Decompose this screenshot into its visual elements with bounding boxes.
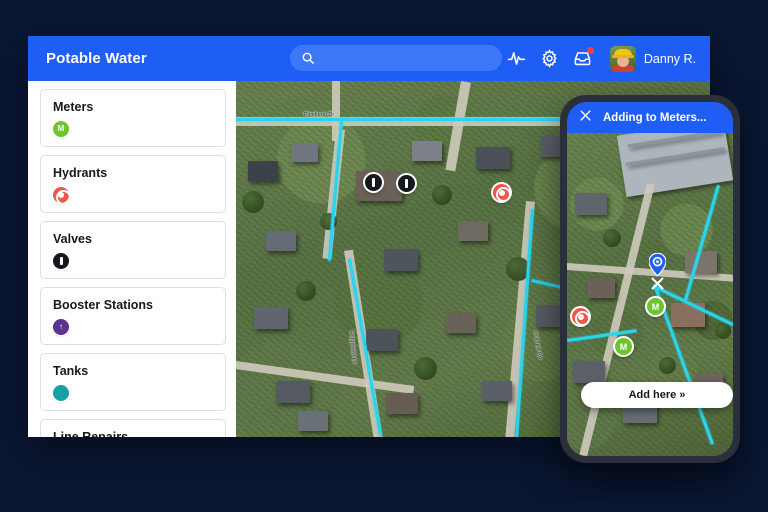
user-menu[interactable]: Danny R.: [610, 46, 696, 72]
sidebar-item-symbol-wrap: [53, 385, 213, 401]
tree: [296, 281, 316, 301]
crosshair-icon: [650, 276, 665, 291]
building: [276, 381, 310, 403]
inbox-icon[interactable]: [573, 49, 592, 68]
marker-glyph: M: [620, 342, 628, 352]
add-here-button[interactable]: Add here »: [581, 382, 733, 408]
sidebar-item-symbol-wrap: [53, 253, 213, 269]
street-label: Pinehurst Dr: [304, 112, 334, 118]
phone-overlay: Adding to Meters...: [560, 95, 740, 463]
app-header: Potable Water: [28, 36, 710, 81]
symbol-glyph: M: [53, 121, 69, 137]
building: [412, 141, 442, 161]
tank-symbol-icon: [53, 385, 69, 401]
sidebar-item-symbol-wrap: M: [53, 121, 213, 137]
layers-sidebar[interactable]: Meters M Hydrants Valves Booster Stations ↑ Ta…: [28, 81, 236, 437]
meter-marker[interactable]: M: [615, 338, 632, 355]
marker-glyph: M: [652, 302, 660, 312]
sidebar-item-label: Meters: [53, 100, 213, 114]
sidebar-item-symbol-wrap: [53, 187, 213, 203]
building: [386, 393, 418, 414]
search-bar[interactable]: [290, 45, 502, 71]
sidebar-item-hydrants[interactable]: Hydrants: [40, 155, 226, 213]
tree: [432, 185, 452, 205]
sidebar-item-label: Valves: [53, 232, 213, 246]
building: [291, 143, 318, 162]
meter-symbol-icon: M: [53, 121, 69, 137]
sidebar-item-tanks[interactable]: Tanks: [40, 353, 226, 411]
building: [366, 329, 398, 351]
hydrant-symbol-icon: [53, 187, 69, 203]
header-actions: Danny R.: [507, 36, 696, 81]
sidebar-item-symbol-wrap: ↑: [53, 319, 213, 335]
close-icon[interactable]: [579, 109, 592, 127]
building: [573, 361, 605, 383]
building: [298, 411, 328, 431]
symbol-glyph: ↑: [53, 319, 69, 335]
activity-icon[interactable]: [507, 49, 526, 68]
tree: [414, 357, 437, 380]
page-title: Potable Water: [46, 50, 147, 67]
sidebar-item-meters[interactable]: Meters M: [40, 89, 226, 147]
tree: [659, 357, 676, 374]
building: [254, 307, 288, 329]
phone-title: Adding to Meters...: [603, 112, 707, 124]
gear-icon[interactable]: [540, 49, 559, 68]
hydrant-marker[interactable]: [493, 184, 510, 201]
sidebar-item-label: Hydrants: [53, 166, 213, 180]
building: [458, 221, 488, 241]
building: [476, 147, 510, 169]
building: [587, 278, 615, 298]
building: [575, 193, 607, 215]
hydrant-marker[interactable]: [572, 308, 589, 325]
building: [446, 313, 476, 333]
sidebar-item-line-repairs[interactable]: Line Repairs✕: [40, 419, 226, 437]
sidebar-item-valves[interactable]: Valves: [40, 221, 226, 279]
tree: [715, 323, 731, 339]
tree: [320, 213, 337, 230]
search-input[interactable]: [322, 52, 482, 64]
phone-header: Adding to Meters...: [567, 102, 733, 133]
valve-marker[interactable]: [365, 174, 382, 191]
phone-map-canvas[interactable]: Add here » M M: [567, 133, 733, 456]
building: [266, 231, 296, 251]
building: [482, 381, 512, 401]
booster-station-symbol-icon: ↑: [53, 319, 69, 335]
sidebar-item-label: Tanks: [53, 364, 213, 378]
location-pin[interactable]: [649, 253, 666, 276]
tree: [603, 229, 621, 247]
user-name: Danny R.: [644, 52, 696, 66]
search-icon: [301, 51, 315, 65]
inbox-notification-badge: [587, 47, 594, 54]
sidebar-item-label: Booster Stations: [53, 298, 213, 312]
building: [685, 251, 717, 273]
building: [384, 249, 418, 271]
phone-screen: Adding to Meters...: [567, 102, 733, 456]
building: [248, 161, 278, 181]
sidebar-item-booster-stations[interactable]: Booster Stations ↑: [40, 287, 226, 345]
sidebar-item-label: Line Repairs: [53, 430, 213, 437]
tree: [242, 191, 264, 213]
meter-marker[interactable]: M: [647, 298, 664, 315]
valve-symbol-icon: [53, 253, 69, 269]
avatar: [610, 46, 636, 72]
valve-marker[interactable]: [398, 175, 415, 192]
